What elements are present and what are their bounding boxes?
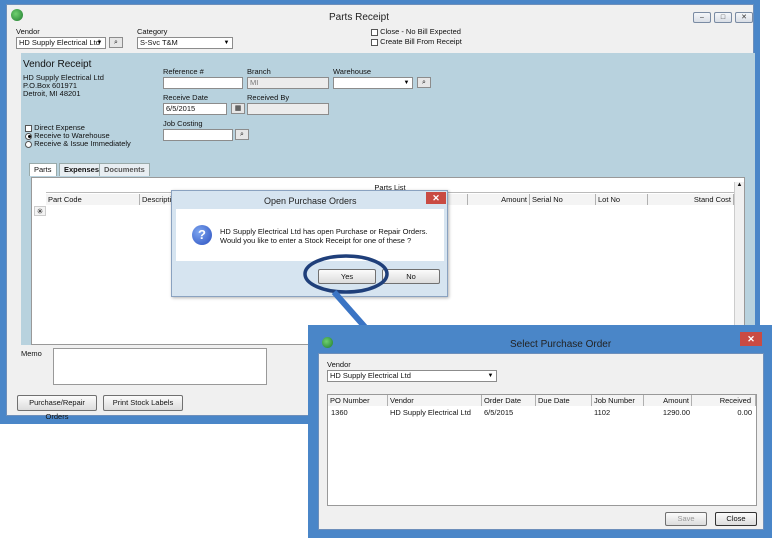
table-row[interactable]: 1360 HD Supply Electrical Ltd 6/5/2015 1… <box>328 408 756 418</box>
select-po-vendor-value: HD Supply Electrical Ltd <box>330 371 411 380</box>
po-list-header: PO Number Vendor Order Date Due Date Job… <box>328 395 756 406</box>
col-job-number[interactable]: Job Number <box>592 395 644 406</box>
yes-highlight-ring <box>303 254 389 294</box>
select-po-window: Vendor HD Supply Electrical Ltd ▼ PO Num… <box>308 325 772 538</box>
row-amount: 1290.00 <box>662 408 690 417</box>
select-po-body: Vendor HD Supply Electrical Ltd ▼ PO Num… <box>318 353 764 530</box>
row-order-date: 6/5/2015 <box>484 408 514 417</box>
col-due-date[interactable]: Due Date <box>536 395 592 406</box>
row-job-number: 1102 <box>594 408 611 417</box>
close-button[interactable]: Close <box>715 512 757 526</box>
row-po-number: 1360 <box>331 408 348 417</box>
select-po-title: Select Purchase Order <box>510 339 612 350</box>
col-po-number[interactable]: PO Number <box>328 395 388 406</box>
col-received[interactable]: Received <box>692 395 756 406</box>
save-button[interactable]: Save <box>665 512 707 526</box>
app-logo-icon <box>322 337 333 348</box>
select-po-close-x[interactable]: ✕ <box>740 332 762 346</box>
col-amount[interactable]: Amount <box>644 395 692 406</box>
row-due-date <box>536 408 592 418</box>
col-order-date[interactable]: Order Date <box>482 395 536 406</box>
row-vendor: HD Supply Electrical Ltd <box>390 408 471 417</box>
chevron-down-icon: ▼ <box>487 373 494 379</box>
select-po-vendor-combo[interactable]: HD Supply Electrical Ltd ▼ <box>327 370 497 382</box>
col-vendor[interactable]: Vendor <box>388 395 482 406</box>
select-po-vendor-label: Vendor <box>327 360 351 369</box>
row-received: 0.00 <box>737 408 752 417</box>
po-list[interactable]: PO Number Vendor Order Date Due Date Job… <box>327 394 757 506</box>
